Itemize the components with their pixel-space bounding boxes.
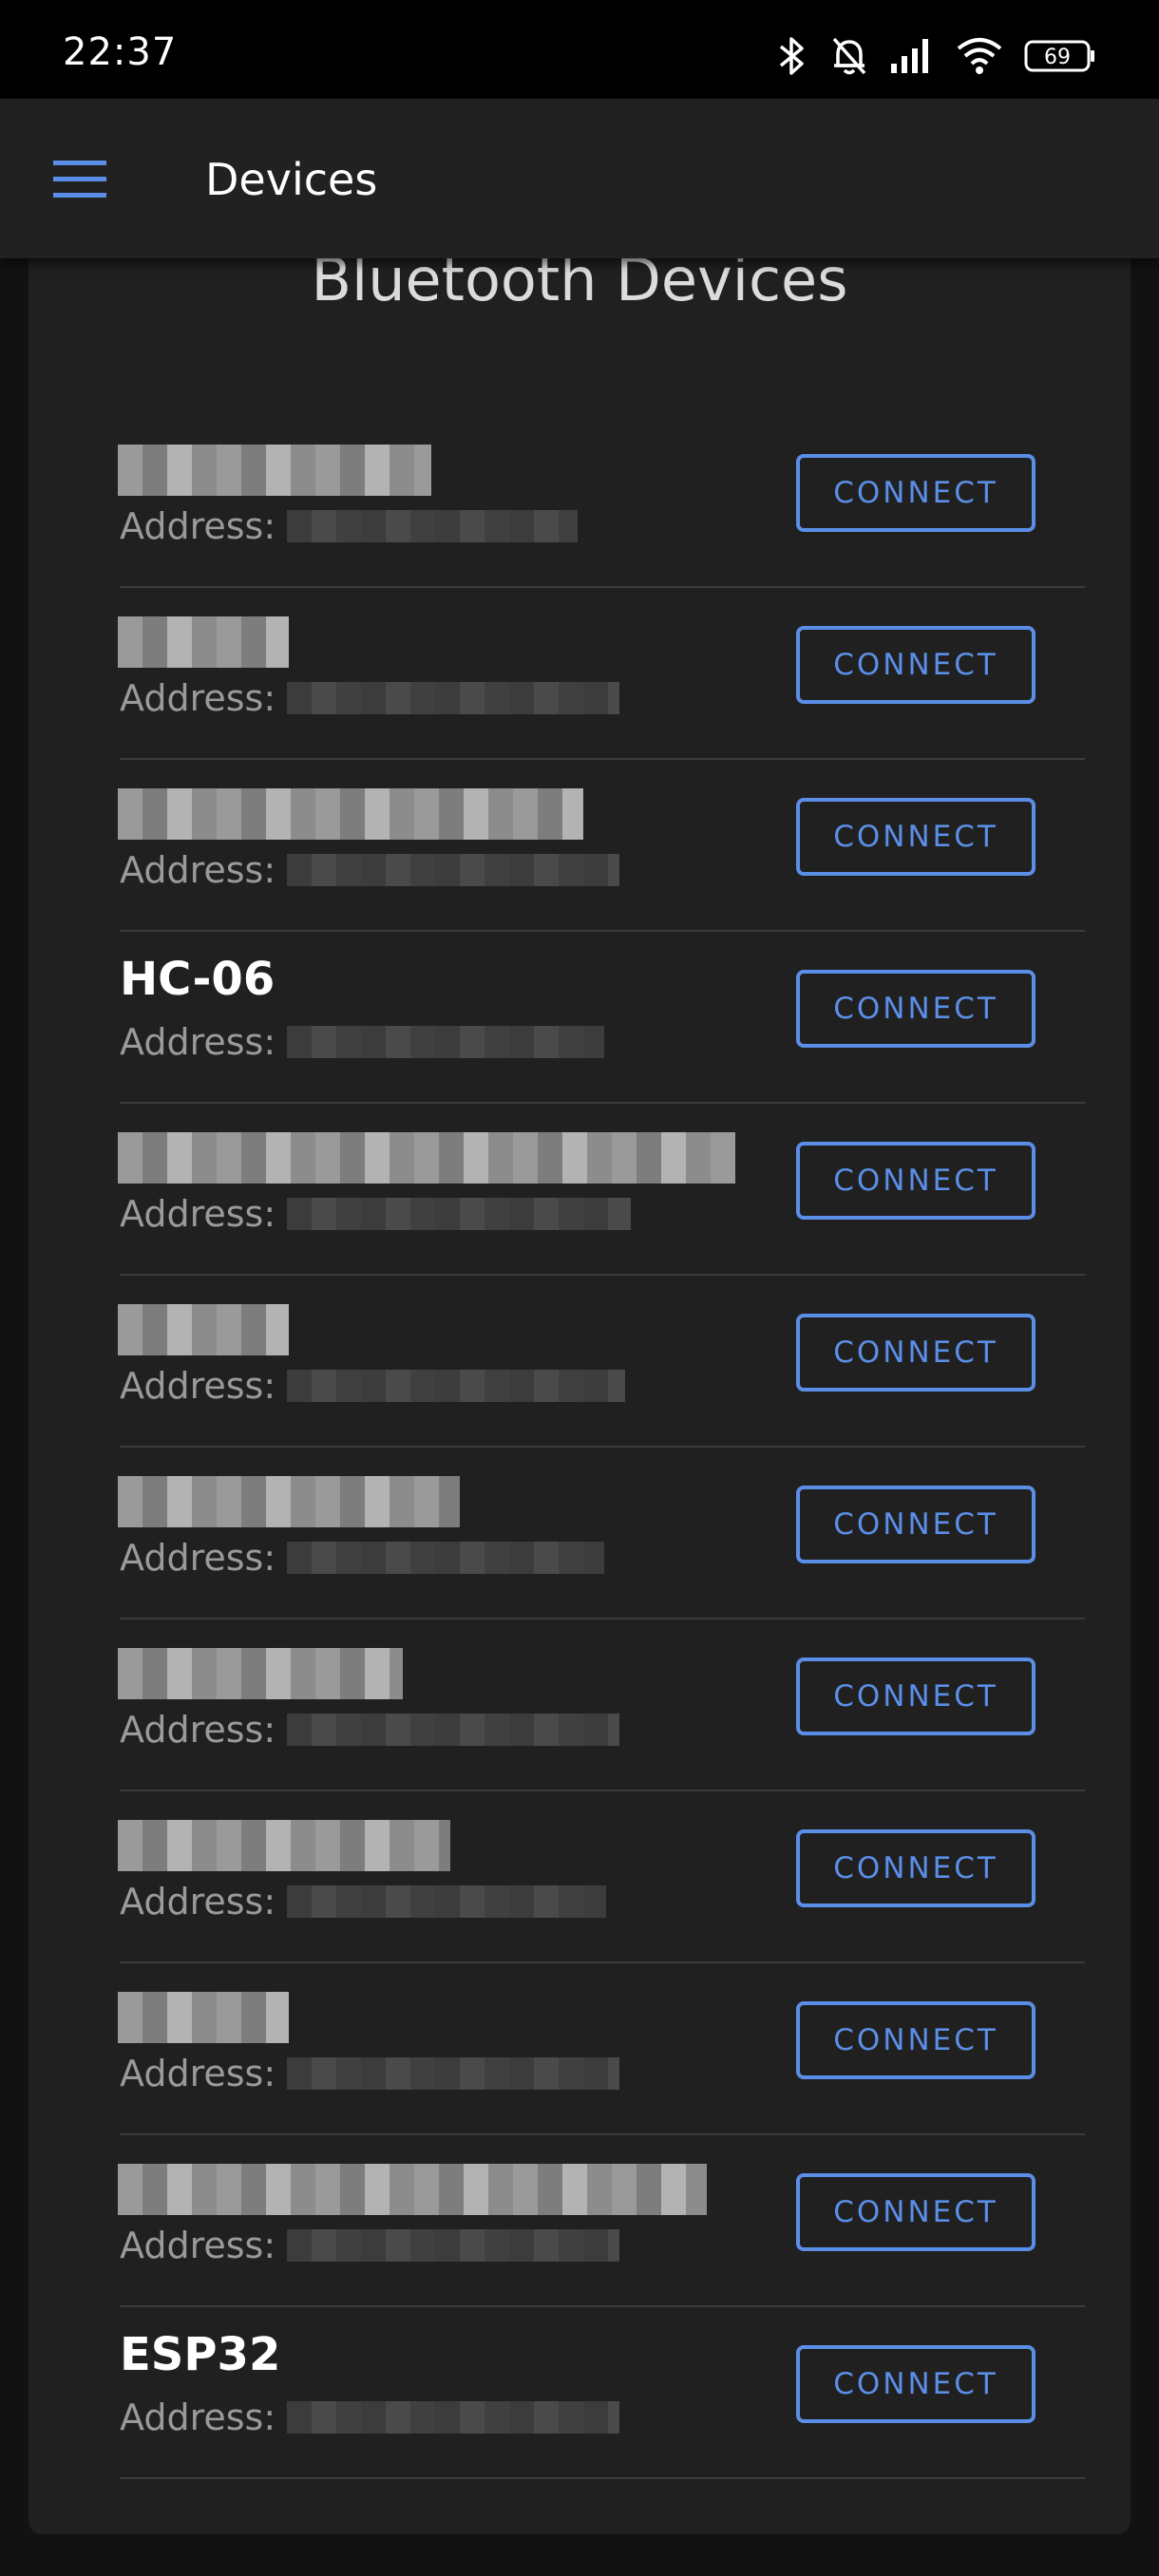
address-label: Address: bbox=[120, 1537, 276, 1579]
connect-button[interactable]: CONNECT bbox=[796, 1829, 1036, 1907]
device-row: HC-06 Address: CONNECT bbox=[120, 932, 1085, 1104]
address-label: Address: bbox=[120, 2396, 276, 2438]
redacted-address-value bbox=[287, 682, 620, 714]
redacted-device-name bbox=[118, 1992, 289, 2043]
connect-button[interactable]: CONNECT bbox=[796, 2173, 1036, 2251]
app-title: Devices bbox=[205, 154, 378, 205]
address-label: Address: bbox=[120, 1709, 276, 1751]
status-time: 22:37 bbox=[63, 30, 178, 74]
signal-icon bbox=[889, 37, 935, 75]
device-name: ESP32 bbox=[120, 2328, 281, 2381]
redacted-device-name bbox=[118, 1132, 735, 1184]
device-address: Address: bbox=[120, 2225, 620, 2266]
redacted-address-value bbox=[287, 1885, 607, 1918]
bluetooth-icon bbox=[777, 35, 809, 77]
connect-button[interactable]: CONNECT bbox=[796, 1657, 1036, 1735]
device-address: Address: bbox=[120, 849, 620, 891]
device-row: Address: CONNECT bbox=[118, 1619, 1085, 1791]
device-address: Address: bbox=[120, 1537, 605, 1579]
app-bar: Devices bbox=[0, 99, 1159, 258]
redacted-device-name bbox=[118, 1820, 450, 1871]
device-row: Address: CONNECT bbox=[118, 588, 1085, 760]
device-row: Address: CONNECT bbox=[118, 1963, 1085, 2135]
connect-button[interactable]: CONNECT bbox=[796, 2001, 1036, 2079]
bell-off-icon bbox=[830, 35, 868, 77]
device-address: Address: bbox=[120, 1193, 632, 1235]
device-address: Address: bbox=[120, 1365, 626, 1407]
device-row: Address: CONNECT bbox=[118, 1104, 1085, 1276]
device-row: Address: CONNECT bbox=[118, 1448, 1085, 1619]
device-address: Address: bbox=[120, 1881, 607, 1923]
connect-button[interactable]: CONNECT bbox=[796, 1142, 1036, 1220]
connect-button[interactable]: CONNECT bbox=[796, 626, 1036, 704]
connect-button[interactable]: CONNECT bbox=[796, 454, 1036, 532]
address-label: Address: bbox=[120, 849, 276, 891]
connect-button[interactable]: CONNECT bbox=[796, 1314, 1036, 1392]
address-label: Address: bbox=[120, 505, 276, 547]
redacted-address-value bbox=[287, 1026, 605, 1058]
device-row: Address: CONNECT bbox=[118, 760, 1085, 932]
wifi-icon bbox=[956, 37, 1003, 75]
battery-icon: 69 bbox=[1024, 39, 1096, 73]
redacted-address-value bbox=[287, 2057, 620, 2090]
redacted-device-name bbox=[118, 1304, 289, 1355]
device-row: Address: CONNECT bbox=[118, 1791, 1085, 1963]
device-address: Address: bbox=[120, 2053, 620, 2094]
redacted-device-name bbox=[118, 445, 431, 496]
device-address: Address: bbox=[120, 1021, 605, 1063]
device-address: Address: bbox=[120, 505, 579, 547]
status-icons: 69 bbox=[777, 34, 1096, 78]
address-label: Address: bbox=[120, 2053, 276, 2094]
redacted-address-value bbox=[287, 1714, 620, 1746]
redacted-device-name bbox=[118, 1476, 460, 1527]
redacted-address-value bbox=[287, 1370, 626, 1402]
device-row: Address: CONNECT bbox=[118, 2135, 1085, 2307]
connect-button[interactable]: CONNECT bbox=[796, 2345, 1036, 2423]
redacted-device-name bbox=[118, 2164, 707, 2215]
redacted-address-value bbox=[287, 2229, 620, 2262]
status-bar: 22:37 69 bbox=[0, 0, 1159, 99]
device-address: Address: bbox=[120, 1709, 620, 1751]
address-label: Address: bbox=[120, 2225, 276, 2266]
device-address: Address: bbox=[120, 677, 620, 719]
redacted-address-value bbox=[287, 510, 579, 542]
connect-button[interactable]: CONNECT bbox=[796, 798, 1036, 876]
address-label: Address: bbox=[120, 1193, 276, 1235]
redacted-device-name bbox=[118, 616, 289, 668]
connect-button[interactable]: CONNECT bbox=[796, 970, 1036, 1048]
redacted-address-value bbox=[287, 854, 620, 886]
device-row: Address: CONNECT bbox=[118, 1276, 1085, 1448]
address-label: Address: bbox=[120, 1881, 276, 1923]
address-label: Address: bbox=[120, 677, 276, 719]
device-list: Address: CONNECT Address: CONNECT Address: CO… bbox=[91, 416, 1085, 2479]
device-row: ESP32 Address: CONNECT bbox=[120, 2307, 1085, 2479]
redacted-device-name bbox=[118, 1648, 403, 1699]
hamburger-menu-icon[interactable] bbox=[42, 146, 118, 213]
redacted-address-value bbox=[287, 1542, 605, 1574]
battery-level: 69 bbox=[1044, 46, 1071, 69]
redacted-address-value bbox=[287, 1198, 632, 1230]
device-address: Address: bbox=[120, 2396, 620, 2438]
redacted-address-value bbox=[287, 2401, 620, 2434]
device-row: Address: CONNECT bbox=[118, 416, 1085, 588]
redacted-device-name bbox=[118, 788, 583, 840]
connect-button[interactable]: CONNECT bbox=[796, 1486, 1036, 1563]
device-name: HC-06 bbox=[120, 953, 276, 1006]
address-label: Address: bbox=[120, 1365, 276, 1407]
address-label: Address: bbox=[120, 1021, 276, 1063]
